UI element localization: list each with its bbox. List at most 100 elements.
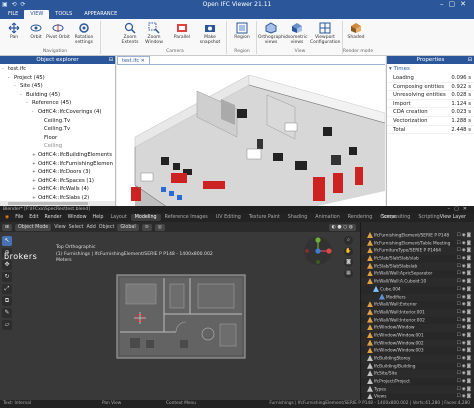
outliner-item[interactable]: Types ☐◉◙: [361, 385, 474, 394]
annotate-tool-icon[interactable]: ✎: [2, 308, 12, 318]
outliner-item[interactable]: IfcSlab/SlabSlab/slab ☐◉◙: [361, 255, 474, 263]
visibility-toggle-icons[interactable]: ☐◉◙: [457, 324, 472, 332]
menu-select[interactable]: Select: [69, 225, 84, 230]
make-snapshot-button[interactable]: Make snapshot: [196, 22, 224, 45]
visibility-toggle-icons[interactable]: ☐◉◙: [457, 270, 472, 278]
pivot-orbit-button[interactable]: Pivot Orbit: [46, 22, 70, 40]
workspace-rendering[interactable]: Rendering: [344, 214, 377, 221]
outliner-item[interactable]: IfcWall/Wall:ApricSeparator ☐◉◙: [361, 270, 474, 278]
blender-3d-viewport[interactable]: ⊞ Object Mode View Select Add Object Glo…: [0, 222, 360, 400]
outliner-item[interactable]: IfcBuilding/Building ☐◉◙: [361, 362, 474, 371]
grid-icon[interactable]: ▦: [344, 269, 353, 278]
proportional-edit-icon[interactable]: ◎: [154, 223, 165, 231]
region-button[interactable]: Region: [230, 22, 254, 40]
visibility-toggle-icons[interactable]: ☐◉◙: [457, 347, 472, 355]
object-mode-dropdown[interactable]: Object Mode: [15, 223, 52, 231]
outliner-item[interactable]: IfcWindow/Window.003 ☐◉◙: [361, 347, 474, 355]
parallel-button[interactable]: Parallel: [170, 22, 194, 40]
tab-tools[interactable]: TOOLS: [49, 10, 78, 19]
orthographic-views-button[interactable]: Orthographic views: [258, 22, 288, 45]
visibility-toggle-icons[interactable]: ☐◉◙: [457, 278, 472, 286]
outliner-item[interactable]: IfcWall/Wall:Exterior ☐◉◙: [361, 301, 474, 309]
rotation-settings-button[interactable]: Rotation settings: [70, 22, 98, 45]
orbit-button[interactable]: Orbit: [24, 22, 48, 40]
outliner-item[interactable]: IfcWall/Wall:Interior.002 ☐◉◙: [361, 316, 474, 325]
shaded-button[interactable]: Shaded: [344, 22, 368, 40]
workspace-modeling[interactable]: Modeling: [130, 214, 161, 221]
ifc-3d-viewport[interactable]: test.ifc ✕: [117, 56, 385, 206]
orientation-dropdown[interactable]: Global: [117, 223, 139, 231]
outliner-item[interactable]: IfcFurnitureType/SERIE P P1464 ☐◉◙: [361, 247, 474, 256]
tab-file[interactable]: FILE: [2, 10, 24, 19]
shading-mode-icons[interactable]: ◐ ● ○ ◍: [328, 223, 356, 231]
outliner-item[interactable]: IfcFurnishingElement/Table Meeting ☐◉◙: [361, 239, 474, 248]
tree-node[interactable]: +OdfiC4::IfcFurnishingElements (25): [2, 160, 113, 169]
visibility-toggle-icons[interactable]: ☐◉◙: [457, 370, 472, 378]
pan-button[interactable]: Pan: [2, 22, 26, 40]
workspace-uv-editing[interactable]: UV Editing: [212, 214, 245, 221]
tree-node[interactable]: + OdfiC4::IfcBuildingElements (8): [2, 151, 113, 160]
workspace-layout[interactable]: Layout: [106, 214, 130, 221]
outliner-item[interactable]: IfcBuildingStorey ☐◉◙: [361, 355, 474, 363]
scene-selector[interactable]: Scene: [381, 215, 396, 220]
menu-object[interactable]: Object: [99, 225, 115, 230]
outliner-item[interactable]: Cube.004 ☐◉◙: [361, 285, 474, 294]
tree-node[interactable]: - Project (45): [2, 74, 113, 83]
tree-node[interactable]: + OdfiC4::IfcSpaces (1): [2, 177, 113, 186]
tree-node[interactable]: + OdfiC4::IfcDoors (3): [2, 168, 113, 177]
visibility-toggle-icons[interactable]: ☐◉◙: [457, 332, 472, 340]
window-controls[interactable]: –▢✕: [440, 0, 471, 8]
measure-tool-icon[interactable]: ▱: [2, 320, 12, 330]
select-tool-icon[interactable]: ↖: [2, 236, 12, 246]
visibility-toggle-icons[interactable]: ☐◉◙: [457, 286, 472, 294]
outliner-item[interactable]: IfcWindow/Window.001 ☐◉◙: [361, 331, 474, 340]
visibility-toggle-icons[interactable]: ☐◉◙: [457, 240, 472, 248]
outliner-item[interactable]: Modifiers ☐◉◙: [361, 293, 474, 302]
snap-icon[interactable]: ⊙: [141, 223, 152, 231]
tree-node[interactable]: Ceiling.Tv: [2, 117, 113, 126]
outliner-item[interactable]: IfcWall/Wall:A.Cuboid:10 ☐◉◙: [361, 278, 474, 286]
outliner-item[interactable]: IfcSite/Site ☐◉◙: [361, 370, 474, 379]
visibility-toggle-icons[interactable]: ☐◉◙: [457, 232, 472, 240]
visibility-toggle-icons[interactable]: ☐◉◙: [457, 247, 472, 255]
tab-appearance[interactable]: APPEARANCE: [78, 10, 123, 19]
workspace-reference-images[interactable]: Reference Images: [161, 214, 212, 221]
menu-add[interactable]: Add: [86, 225, 95, 230]
visibility-toggle-icons[interactable]: ☐◉◙: [457, 355, 472, 363]
visibility-toggle-icons[interactable]: ☐◉◙: [457, 309, 472, 317]
visibility-toggle-icons[interactable]: ☐◉◙: [457, 386, 472, 394]
menu-render[interactable]: Render: [42, 215, 65, 220]
ifc-scene[interactable]: [117, 64, 385, 206]
visibility-toggle-icons[interactable]: ☐◉◙: [457, 255, 472, 263]
visibility-toggle-icons[interactable]: ☐◉◙: [457, 378, 472, 386]
visibility-toggle-icons[interactable]: ☐◉◙: [457, 294, 472, 302]
viewport-tab[interactable]: test.ifc ✕: [117, 56, 150, 64]
visibility-toggle-icons[interactable]: ☐◉◙: [457, 317, 472, 325]
blender-logo-icon[interactable]: ◉: [2, 215, 12, 220]
editor-type-icon[interactable]: ⊞: [2, 223, 13, 231]
tab-view[interactable]: VIEW: [24, 10, 50, 19]
menu-help[interactable]: Help: [90, 215, 107, 220]
tree-node[interactable]: Ceiling.Tv: [2, 125, 113, 134]
transform-tool-icon[interactable]: ⧉: [2, 296, 12, 306]
properties-group-times[interactable]: ▾ Times: [387, 64, 474, 74]
zoom-icon[interactable]: ⌕: [344, 236, 353, 245]
tree-node[interactable]: + OdfiC4::IfcWalls (4): [2, 185, 113, 194]
tree-node[interactable]: - OdfiC4::IfcCoverings (4): [2, 108, 113, 117]
outliner-item[interactable]: IfcFurnishingElement/SERIE P P148 ☐◉◙: [361, 232, 474, 240]
viewport-configuration-button[interactable]: Viewport Configuration: [310, 22, 341, 45]
menu-window[interactable]: Window: [65, 215, 90, 220]
visibility-toggle-icons[interactable]: ☐◉◙: [457, 340, 472, 348]
zoom-window-button[interactable]: Zoom Window: [142, 22, 166, 45]
outliner-item[interactable]: IfcWindow/Window ☐◉◙: [361, 324, 474, 332]
outliner-item[interactable]: IfcProject/Project ☐◉◙: [361, 378, 474, 386]
visibility-toggle-icons[interactable]: ☐◉◙: [457, 301, 472, 309]
tree-node[interactable]: - test.ifc: [2, 65, 113, 74]
outliner-item[interactable]: IfcWindow/Window.002 ☐◉◙: [361, 339, 474, 348]
isometric-views-button[interactable]: Isometric views: [284, 22, 310, 45]
menu-view[interactable]: View: [54, 225, 65, 230]
zoom-extents-button[interactable]: Zoom Extents: [118, 22, 142, 45]
pin-icon[interactable]: ⊟: [109, 56, 113, 64]
tree-node[interactable]: - Site (45): [2, 82, 113, 91]
tree-node[interactable]: - Reference (45): [2, 99, 113, 108]
